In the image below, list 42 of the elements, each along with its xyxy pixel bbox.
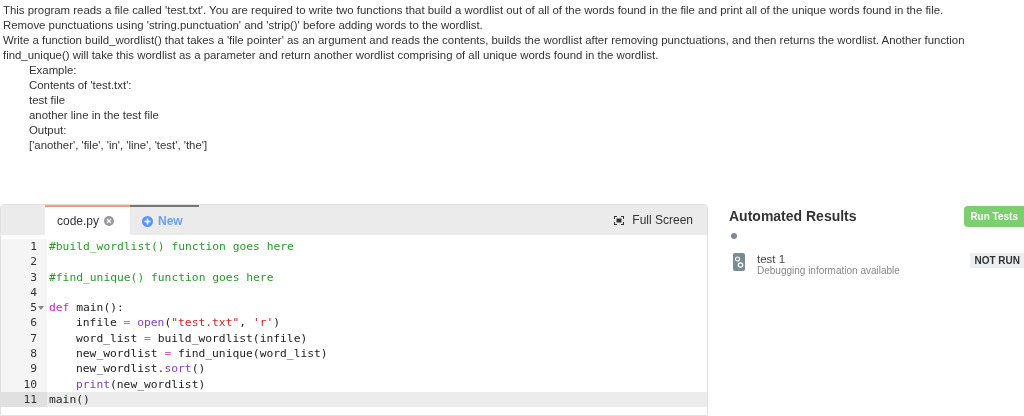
instruction-text: This program reads a file called 'test.txt'. You are required to write two functions that build a wordlist out of all of the words found in the file and print all of the unique words found in the file. xyxy=(3,3,945,18)
status-badge: NOT RUN xyxy=(970,253,1024,268)
instruction-text: Remove punctuations using 'string.punctuation' and 'strip()' before adding words to the wordlist. xyxy=(3,18,484,33)
example-text: Contents of 'test.txt': xyxy=(28,78,133,93)
example-text: ['another', 'file', 'in', 'line', 'test', 'the'] xyxy=(28,138,209,153)
line-number: 9 xyxy=(30,361,37,377)
line-number: 5 xyxy=(30,300,37,316)
line-number: 4 xyxy=(30,284,37,301)
code-line: #build_wordlist() function goes here xyxy=(49,239,294,255)
line-number: 1 xyxy=(30,239,37,255)
plus-icon xyxy=(142,215,154,227)
example-text: Output: xyxy=(28,123,68,138)
code-line: main() xyxy=(49,391,90,408)
code-line: print(new_wordlist) xyxy=(76,376,206,392)
line-number: 7 xyxy=(30,330,37,347)
code-line: new_wordlist = find_unique(word_list) xyxy=(76,346,328,362)
file-tab[interactable]: code.py xyxy=(45,205,131,235)
panel-title: Automated Results xyxy=(729,207,857,224)
test-detail: Debugging information available xyxy=(757,265,900,276)
example-text: Example: xyxy=(28,63,78,78)
fullscreen-icon xyxy=(614,215,625,225)
example-text: another line in the test file xyxy=(28,108,160,123)
instruction-text: Write a function build_wordlist() that takes a 'file pointer' as an argument and reads the contents, builds the wordlist after removing punctuations, and then returns the wordlist. Another function xyxy=(3,33,966,48)
code-line: #find_unique() function goes here xyxy=(49,269,274,285)
code-line: new_wordlist.sort() xyxy=(76,361,206,377)
status-dot xyxy=(731,233,737,239)
example-text: test file xyxy=(28,93,67,108)
test-name: test 1 xyxy=(757,253,787,265)
gears-icon xyxy=(733,253,745,271)
code-line: word_list = build_wordlist(infile) xyxy=(76,330,308,347)
line-number: 3 xyxy=(30,269,37,285)
line-number: 6 xyxy=(30,315,37,331)
code-line: def main(): xyxy=(49,300,124,316)
line-number: 10 xyxy=(23,376,37,392)
line-number: 2 xyxy=(30,254,37,270)
instruction-text: find_unique() will take this wordlist as a parameter and return another wordlist comprising of all unique words found in the wordlist. xyxy=(3,48,660,63)
code-line: infile = open("test.txt", 'r') xyxy=(76,315,281,331)
full-screen-button[interactable]: Full Screen xyxy=(608,205,707,235)
close-icon[interactable] xyxy=(104,216,115,226)
line-number: 8 xyxy=(30,346,37,362)
line-number: 11 xyxy=(23,391,37,408)
fold-arrow-icon[interactable] xyxy=(38,305,44,310)
